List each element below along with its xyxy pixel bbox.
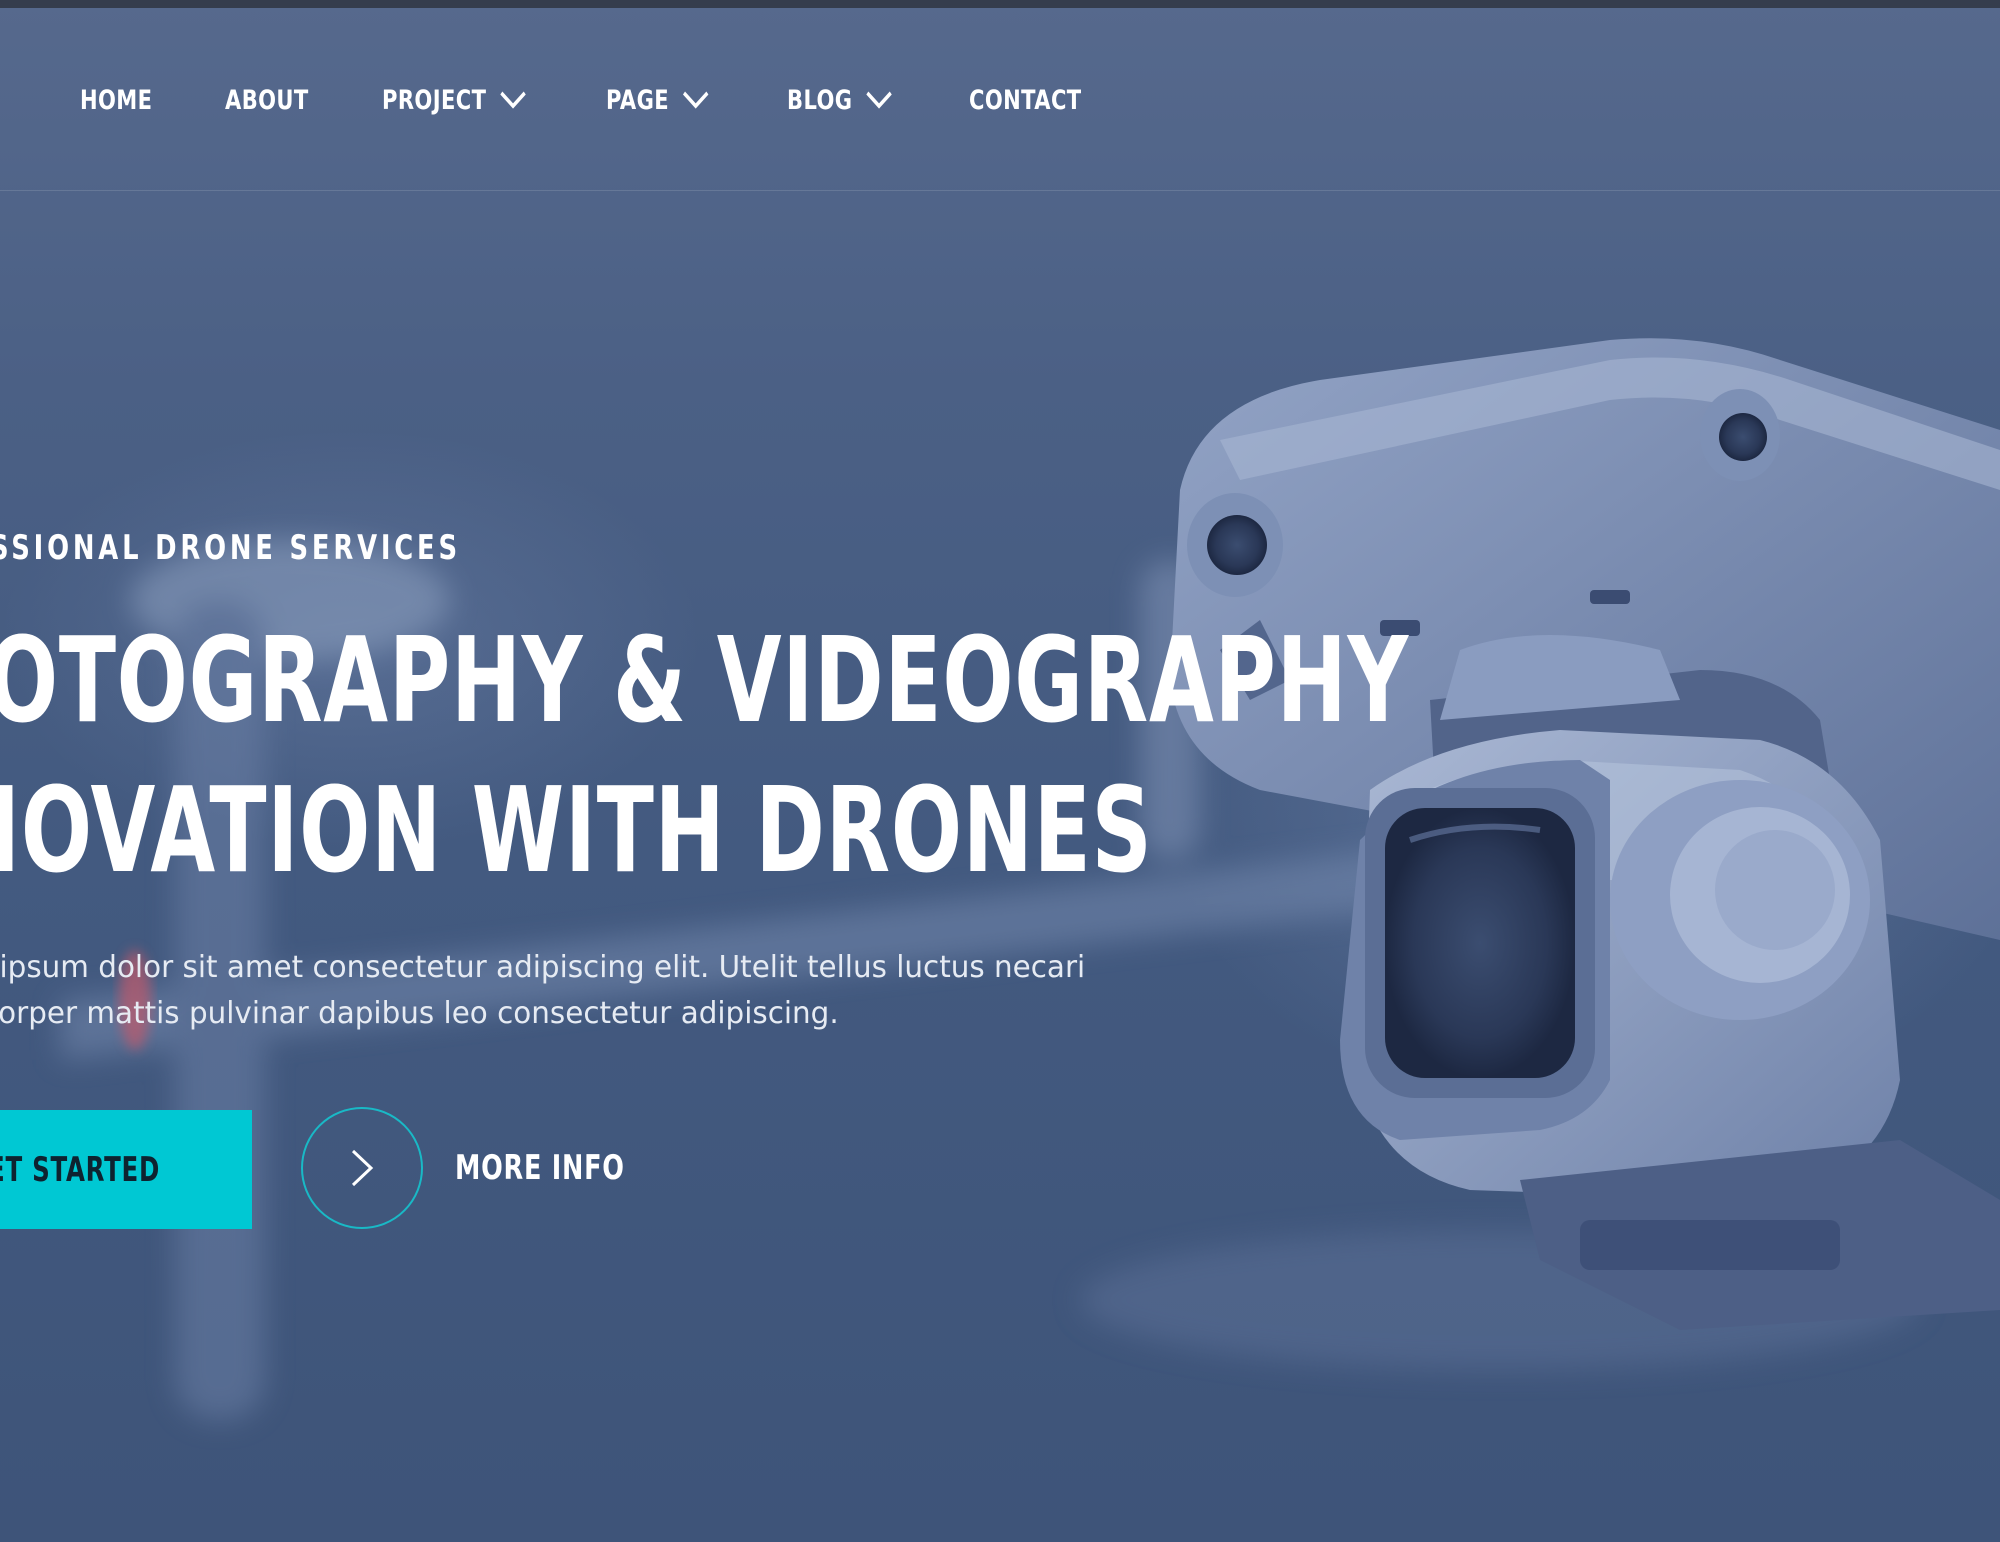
chevron-down-icon xyxy=(500,91,526,109)
hero-headline-line-1: IOTOGRAPHY & VIDEOGRAPHY xyxy=(0,611,1409,749)
more-info-circle-button[interactable] xyxy=(301,1107,423,1229)
hero-description: ı ipsum dolor sit amet consectetur adipi… xyxy=(0,945,1158,1037)
hero-headline-line-2: NOVATION WITH DRONES xyxy=(0,761,1153,899)
nav-item-home[interactable]: HOME xyxy=(80,80,152,120)
chevron-down-icon xyxy=(866,91,892,109)
more-info-link[interactable]: MORE INFO xyxy=(455,1148,625,1188)
get-started-label: ET STARTED xyxy=(0,1150,161,1190)
nav-item-label: PAGE xyxy=(606,84,670,116)
nav-item-blog[interactable]: BLOG xyxy=(787,80,893,120)
hero-section: HOME ABOUT PROJECT PAGE BLOG CONTACT SSI… xyxy=(0,0,2000,1542)
nav-item-label: HOME xyxy=(80,84,153,116)
hero-kicker: SSIONAL DRONE SERVICES xyxy=(0,528,461,568)
top-edge xyxy=(0,0,2000,8)
chevron-down-icon xyxy=(682,91,709,109)
nav-item-page[interactable]: PAGE xyxy=(606,80,710,120)
get-started-button[interactable]: ET STARTED xyxy=(0,1110,252,1229)
nav-item-project[interactable]: PROJECT xyxy=(382,80,527,120)
nav-item-label: CONTACT xyxy=(969,84,1082,116)
chevron-right-icon xyxy=(351,1149,374,1187)
drone-camera-image xyxy=(1170,338,2000,1330)
nav-divider xyxy=(0,190,2000,191)
nav-item-contact[interactable]: CONTACT xyxy=(969,80,1082,120)
nav-item-about[interactable]: ABOUT xyxy=(225,80,309,120)
main-nav: HOME ABOUT PROJECT PAGE BLOG CONTACT xyxy=(0,70,1200,130)
hero-description-line-2: corper mattis pulvinar dapibus leo conse… xyxy=(0,996,839,1031)
hero-description-line-1: ı ipsum dolor sit amet consectetur adipi… xyxy=(0,950,1086,985)
nav-item-label: PROJECT xyxy=(382,84,487,116)
nav-item-label: BLOG xyxy=(787,84,853,116)
nav-item-label: ABOUT xyxy=(225,84,309,116)
